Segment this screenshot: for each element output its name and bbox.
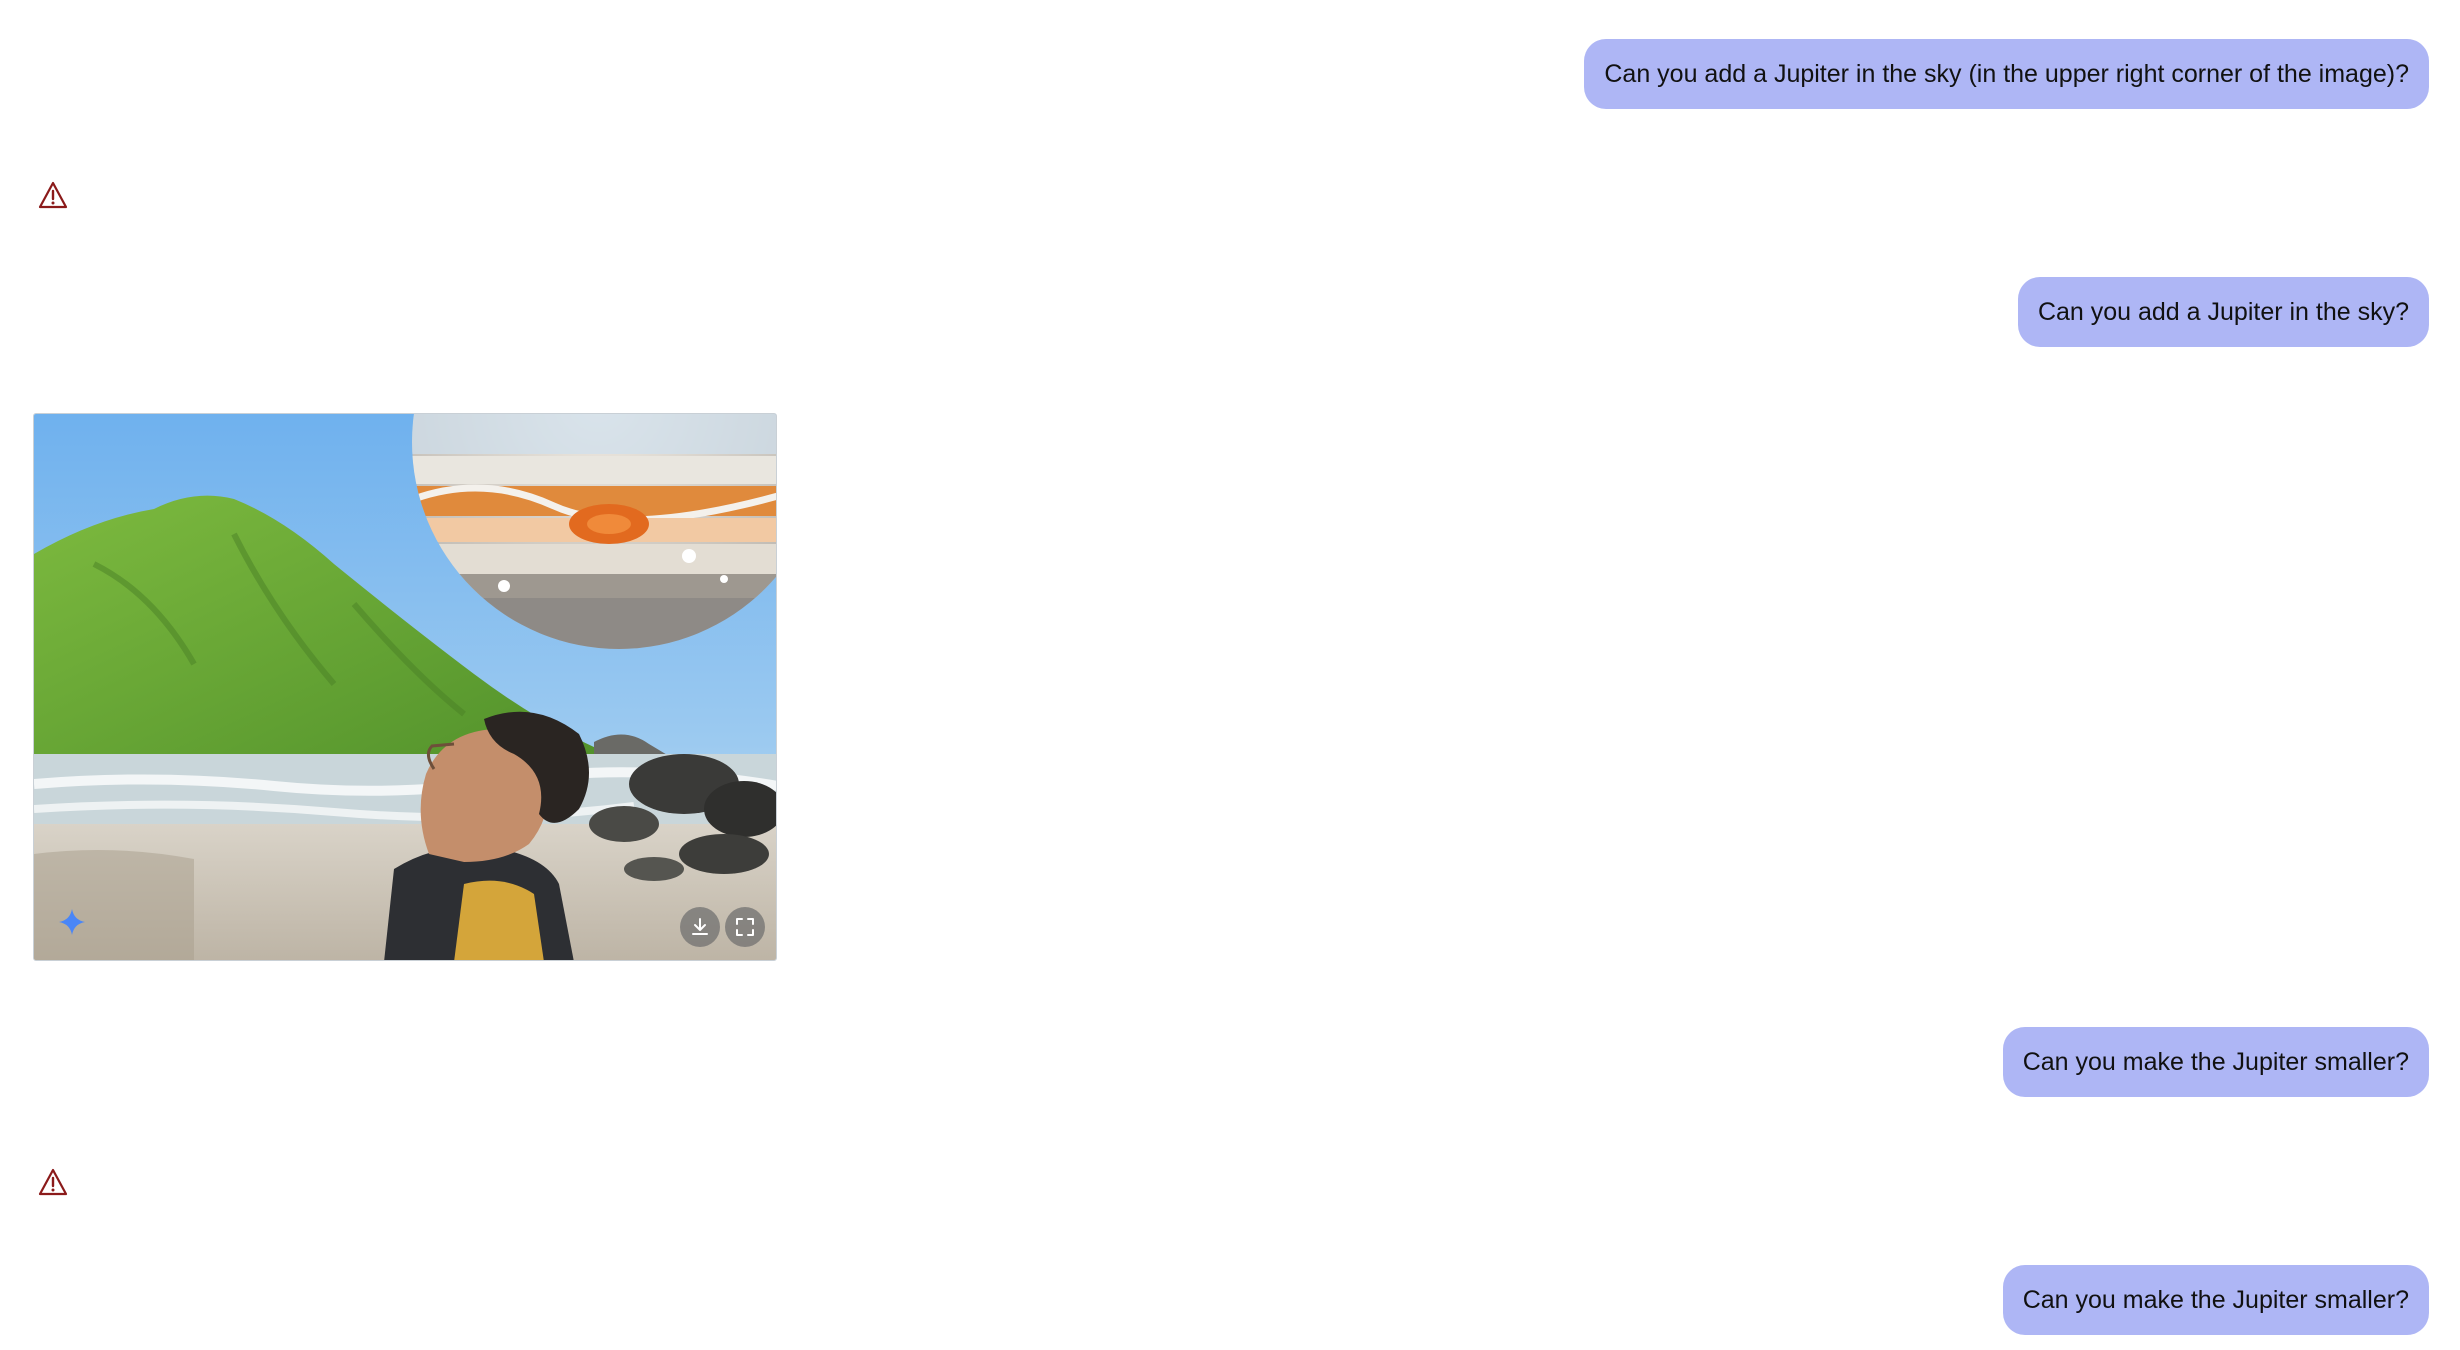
fullscreen-icon [736, 918, 754, 936]
download-button[interactable] [680, 907, 720, 947]
sparkle-icon [59, 909, 85, 935]
chat-thread: Can you add a Jupiter in the sky (in the… [0, 0, 2460, 1350]
warning-icon [38, 181, 68, 209]
user-message: Can you make the Jupiter smaller? [2002, 1265, 2429, 1335]
download-icon [692, 918, 708, 935]
fullscreen-button[interactable] [725, 907, 765, 947]
generated-image[interactable] [33, 413, 777, 961]
user-message: Can you add a Jupiter in the sky (in the… [1584, 39, 2429, 109]
generated-image-scene [34, 414, 776, 960]
warning-icon [38, 1168, 68, 1196]
user-message: Can you make the Jupiter smaller? [2002, 1027, 2429, 1097]
user-message: Can you add a Jupiter in the sky? [2017, 277, 2429, 347]
